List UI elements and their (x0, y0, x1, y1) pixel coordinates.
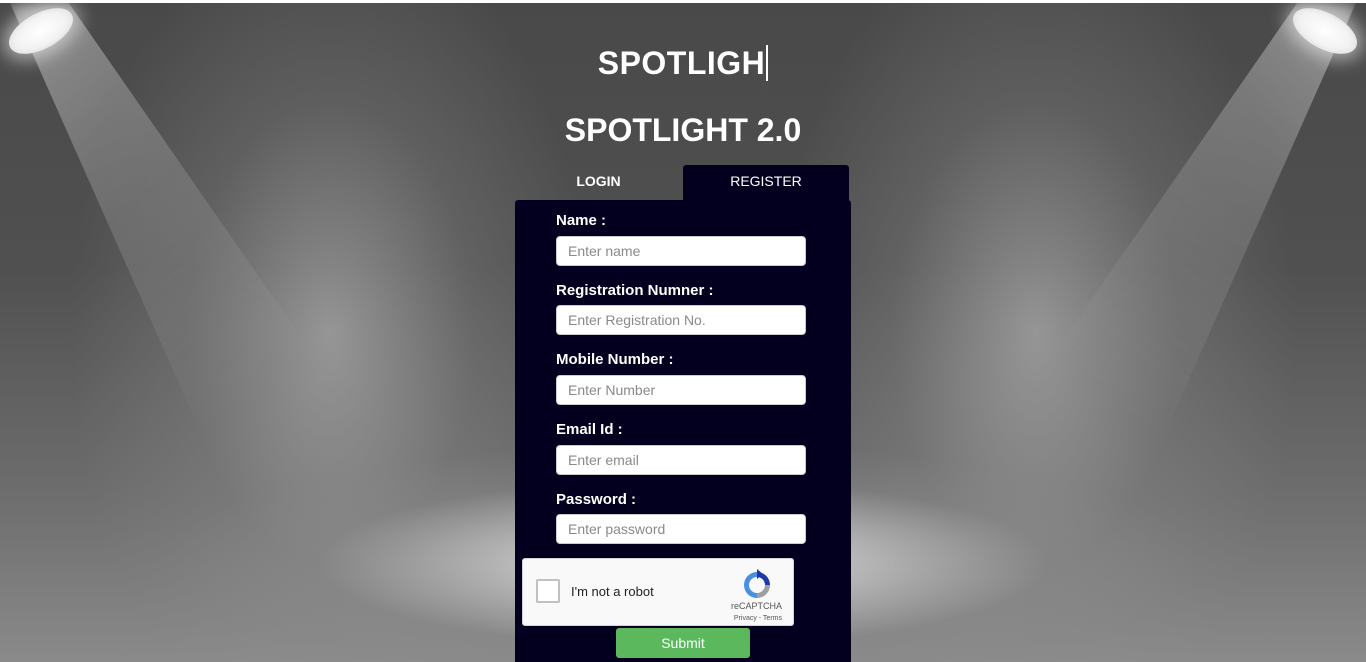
recaptcha-widget: I'm not a robot reCAPTCHA Privacy - Term… (522, 558, 794, 626)
recaptcha-brand: reCAPTCHA (730, 601, 782, 611)
password-label: Password : (556, 491, 637, 508)
typing-title: SPOTLIGH (0, 45, 1366, 82)
register-form: Name : Registration Numner : Mobile Numb… (515, 200, 851, 662)
typing-title-text: SPOTLIGH (597, 45, 766, 81)
page-title: SPOTLIGHT 2.0 (564, 112, 802, 148)
name-input[interactable] (556, 236, 806, 266)
tab-register[interactable]: REGISTER (683, 165, 849, 200)
tab-login[interactable]: LOGIN (515, 165, 682, 200)
recaptcha-links[interactable]: Privacy - Terms (734, 615, 782, 622)
mobile-number-label: Mobile Number : (556, 351, 674, 368)
submit-button[interactable]: Submit (616, 628, 750, 658)
registration-number-label: Registration Numner : (556, 282, 714, 299)
text-caret (766, 45, 769, 81)
recaptcha-checkbox[interactable] (536, 579, 560, 603)
recaptcha-label: I'm not a robot (571, 584, 654, 599)
mobile-number-input[interactable] (556, 375, 806, 405)
registration-number-input[interactable] (556, 305, 806, 335)
recaptcha-icon (744, 569, 770, 598)
password-input[interactable] (556, 514, 806, 544)
email-label: Email Id : (556, 421, 623, 438)
email-input[interactable] (556, 445, 806, 475)
auth-tabs: LOGIN REGISTER (515, 165, 851, 201)
name-label: Name : (556, 212, 607, 229)
